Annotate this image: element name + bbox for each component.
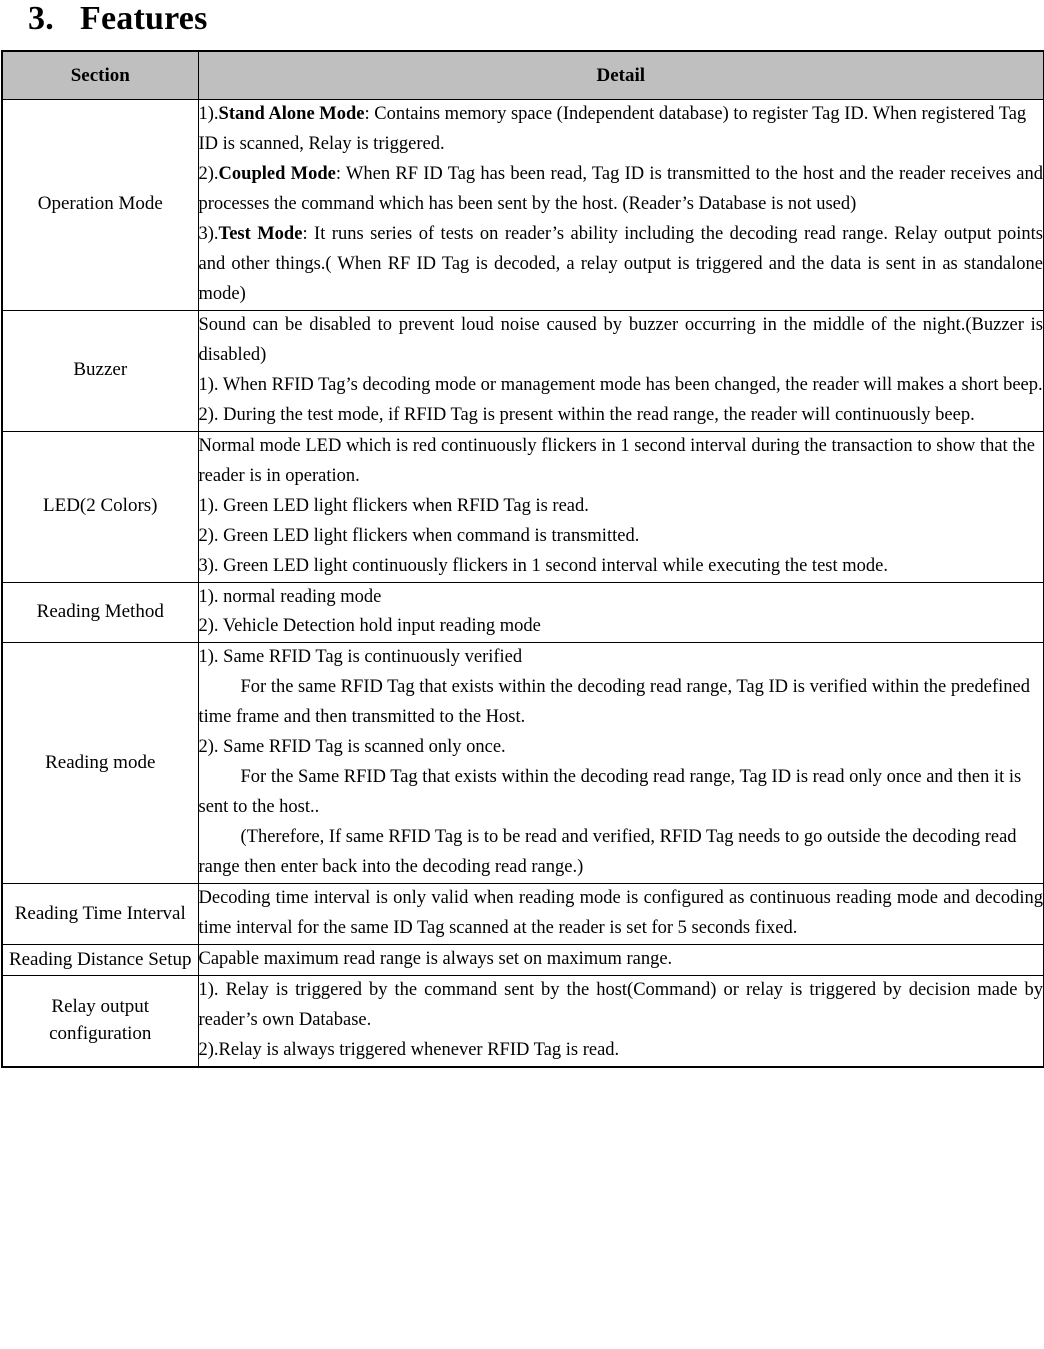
section-label-cell: Reading Time Interval: [1, 883, 199, 946]
paragraph-text: Green LED light flickers when RFID Tag i…: [218, 495, 589, 516]
document-page: 3. Features Section Detail Operation Mod…: [0, 0, 1044, 1068]
paragraph-text: For the same RFID Tag that exists within…: [198, 677, 1030, 728]
detail-cell: Sound can be disabled to prevent loud no…: [197, 309, 1044, 432]
section-label-cell: Reading mode: [1, 642, 199, 885]
paragraph-term: Stand Alone Mode: [218, 104, 365, 124]
detail-paragraph: 1). Same RFID Tag is continuously verifi…: [199, 643, 1044, 673]
detail-paragraph: Decoding time interval is only valid whe…: [199, 884, 1044, 944]
detail-paragraph: Normal mode LED which is red continuousl…: [199, 432, 1044, 492]
paragraph-index: 1).: [198, 104, 219, 124]
section-label: Reading Distance Setup: [8, 948, 192, 970]
detail-paragraph: For the same RFID Tag that exists within…: [199, 673, 1044, 733]
detail-paragraph: 1). normal reading mode: [199, 583, 1044, 613]
paragraph-text: Relay is triggered by the command sent b…: [198, 980, 1044, 1031]
paragraph-text: Vehicle Detection hold input reading mod…: [218, 616, 541, 637]
detail-paragraph: 1). Green LED light flickers when RFID T…: [199, 492, 1044, 522]
paragraph-index: 2).: [198, 525, 219, 546]
paragraph-term: Coupled Mode: [218, 163, 336, 184]
section-label: Reading mode: [45, 751, 156, 773]
detail-cell: 1). Same RFID Tag is continuously verifi…: [197, 642, 1044, 885]
paragraph-index: 3).: [198, 555, 219, 576]
paragraph-text: Capable maximum read range is always set…: [198, 949, 673, 970]
table-header: Section Detail: [1, 50, 1044, 100]
paragraph-text: Normal mode LED which is red continuousl…: [198, 435, 1035, 486]
section-label: Relay output configuration: [49, 996, 152, 1045]
detail-paragraph: 2). During the test mode, if RFID Tag is…: [199, 401, 1044, 431]
detail-paragraph: 3). Green LED light continuously flicker…: [199, 552, 1044, 582]
paragraph-text: Relay is always triggered whenever RFID …: [218, 1040, 620, 1061]
paragraph-index: 3).: [198, 223, 219, 244]
detail-paragraph: 2). Vehicle Detection hold input reading…: [199, 612, 1044, 642]
detail-paragraph: (Therefore, If same RFID Tag is to be re…: [199, 823, 1044, 883]
section-label: Reading Time Interval: [14, 902, 186, 924]
detail-paragraph: Sound can be disabled to prevent loud no…: [199, 311, 1044, 371]
section-label-cell: Buzzer: [1, 309, 199, 432]
table-row: LED(2 Colors) Normal mode LED which is re…: [1, 430, 1044, 583]
paragraph-text: For the Same RFID Tag that exists within…: [198, 767, 1022, 818]
table-row: Buzzer Sound can be disabled to prevent l…: [1, 309, 1044, 432]
page-title: 3. Features: [0, 0, 1044, 50]
paragraph-index: 2).: [198, 737, 219, 758]
paragraph-index: 1).: [198, 980, 219, 1001]
paragraph-index: 2).: [198, 163, 219, 184]
paragraph-text: Decoding time interval is only valid whe…: [198, 888, 1044, 939]
detail-paragraph: 2). Same RFID Tag is scanned only once.: [199, 733, 1044, 763]
detail-cell: Normal mode LED which is red continuousl…: [197, 430, 1044, 583]
table-body: Operation Mode 1).Stand Alone Mode: Conta…: [1, 99, 1044, 1068]
heading-text: Features: [80, 0, 208, 37]
paragraph-index: 1).: [198, 586, 219, 607]
detail-paragraph: 3).Test Mode: It runs series of tests on…: [199, 220, 1044, 310]
detail-cell: 1). normal reading mode 2). Vehicle Detec…: [197, 581, 1044, 644]
table-row: Relay output configuration 1). Relay is t…: [1, 975, 1044, 1068]
features-specification-table: Section Detail Operation Mode 1).Stand Al…: [1, 50, 1044, 1068]
column-header-detail: Detail: [197, 50, 1044, 100]
detail-paragraph: 2). Green LED light flickers when comman…: [199, 522, 1044, 552]
paragraph-term: Test Mode: [218, 223, 303, 244]
paragraph-text: : It runs series of tests on reader’s ab…: [198, 223, 1044, 304]
detail-paragraph: For the Same RFID Tag that exists within…: [199, 763, 1044, 823]
detail-paragraph: 1). Relay is triggered by the command se…: [199, 976, 1044, 1036]
paragraph-index: 2).: [198, 1040, 219, 1061]
table-row: Reading Method 1). normal reading mode 2).…: [1, 581, 1044, 644]
table-row: Reading Distance Setup Capable maximum re…: [1, 944, 1044, 977]
heading-number: 3.: [28, 0, 54, 37]
paragraph-index: 2).: [198, 616, 219, 637]
paragraph-text: Green LED light continuously flickers in…: [218, 555, 888, 576]
paragraph-text: Same RFID Tag is scanned only once.: [218, 737, 506, 758]
section-label: LED(2 Colors): [42, 495, 158, 517]
section-label-cell: Reading Distance Setup: [1, 944, 199, 977]
table-header-row: Section Detail: [1, 50, 1044, 100]
paragraph-text: During the test mode, if RFID Tag is pre…: [218, 404, 975, 425]
paragraph-index: 1).: [198, 495, 219, 516]
detail-paragraph: 2).Coupled Mode: When RF ID Tag has been…: [199, 160, 1044, 220]
section-label-cell: Reading Method: [1, 581, 199, 644]
section-label-cell: LED(2 Colors): [1, 430, 199, 583]
section-label-cell: Relay output configuration: [1, 975, 199, 1068]
detail-paragraph: Capable maximum read range is always set…: [199, 945, 1044, 975]
detail-cell: 1).Stand Alone Mode: Contains memory spa…: [197, 99, 1044, 311]
paragraph-index: 1).: [198, 647, 219, 668]
paragraph-index: 2).: [198, 404, 219, 425]
paragraph-text: Green LED light flickers when command is…: [218, 525, 640, 546]
paragraph-text: Same RFID Tag is continuously verified: [218, 647, 523, 668]
detail-cell: 1). Relay is triggered by the command se…: [197, 975, 1044, 1068]
detail-paragraph: 2).Relay is always triggered whenever RF…: [199, 1036, 1044, 1066]
paragraph-text: Sound can be disabled to prevent loud no…: [198, 314, 1044, 365]
section-label-cell: Operation Mode: [1, 99, 199, 311]
paragraph-text: When RFID Tag’s decoding mode or managem…: [218, 374, 1043, 395]
table-row: Reading Time Interval Decoding time inter…: [1, 883, 1044, 946]
table-row: Reading mode 1). Same RFID Tag is continu…: [1, 642, 1044, 885]
table-row: Operation Mode 1).Stand Alone Mode: Conta…: [1, 99, 1044, 311]
section-label: Operation Mode: [37, 193, 163, 215]
paragraph-text: (Therefore, If same RFID Tag is to be re…: [198, 827, 1017, 878]
paragraph-text: normal reading mode: [218, 586, 382, 607]
detail-paragraph: 1). When RFID Tag’s decoding mode or man…: [199, 371, 1044, 401]
detail-cell: Decoding time interval is only valid whe…: [197, 883, 1044, 946]
section-label: Buzzer: [73, 359, 128, 381]
detail-paragraph: 1).Stand Alone Mode: Contains memory spa…: [199, 100, 1044, 160]
section-label: Reading Method: [36, 600, 164, 622]
column-header-section: Section: [1, 50, 199, 100]
detail-cell: Capable maximum read range is always set…: [197, 944, 1044, 977]
paragraph-index: 1).: [198, 374, 219, 395]
